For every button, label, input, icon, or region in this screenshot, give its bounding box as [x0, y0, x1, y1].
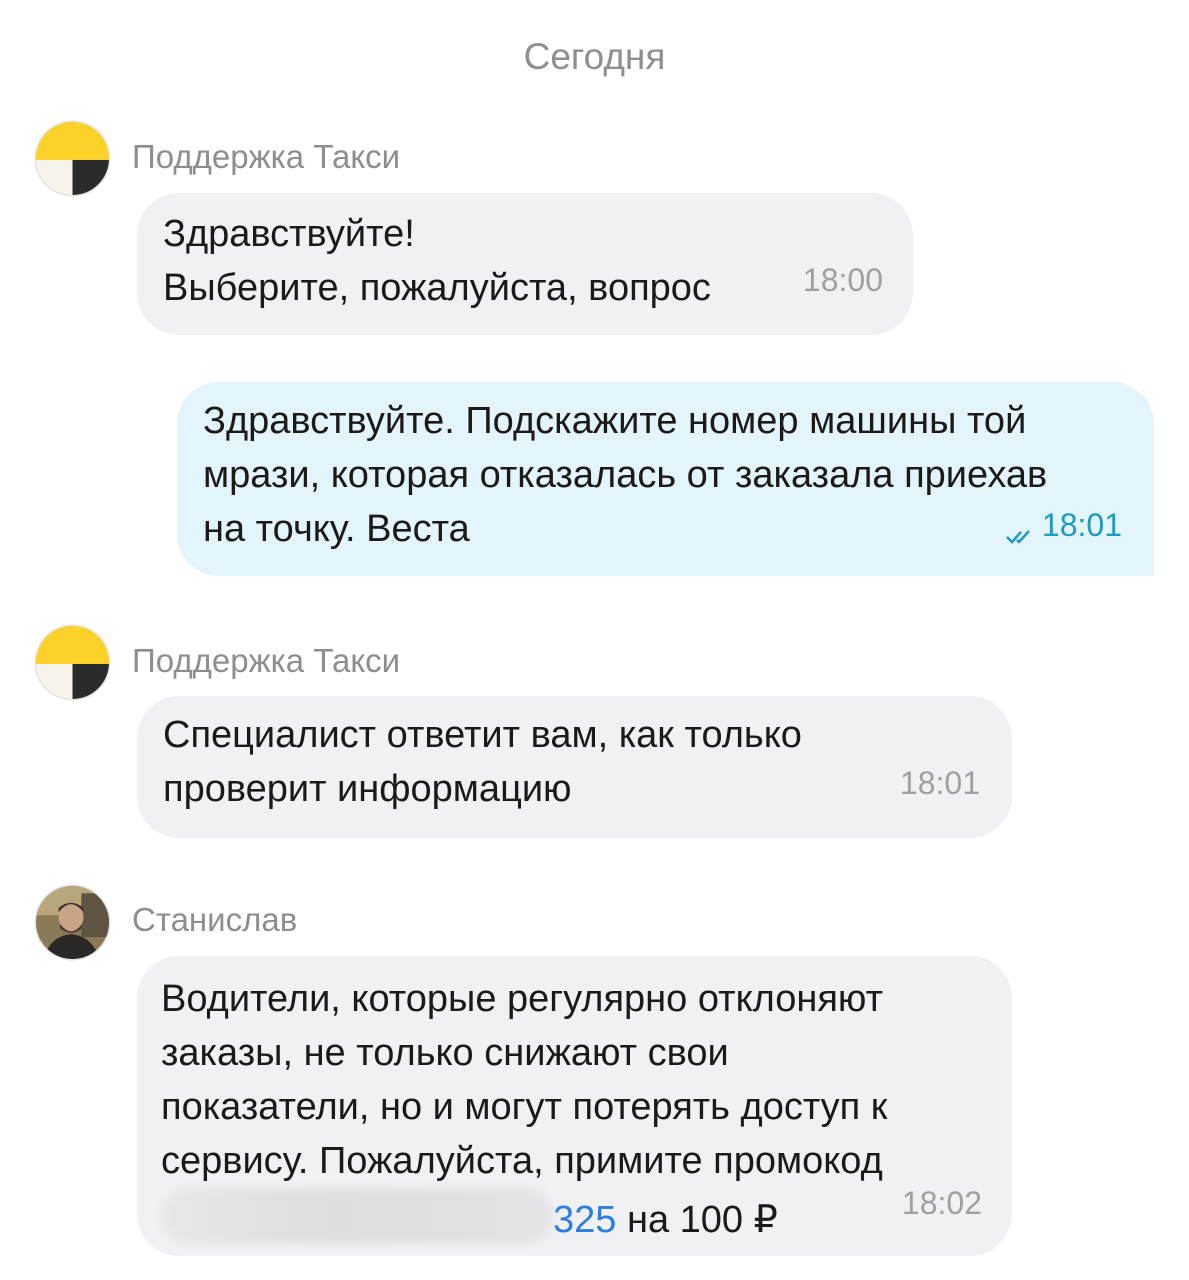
sender-name: Станислав — [132, 901, 298, 938]
user-photo-avatar[interactable] — [36, 886, 109, 959]
message-bubble-outgoing[interactable]: Здравствуйте. Подскажите номер машины то… — [177, 382, 1154, 576]
promo-line: 325 на 100 ₽ — [161, 1188, 988, 1247]
date-separator: Сегодня — [523, 36, 666, 77]
message-time: 18:02 — [901, 1185, 982, 1221]
message-text: Специалист ответит вам, как только прове… — [163, 714, 802, 810]
support-avatar-icon[interactable] — [36, 626, 109, 699]
message-text: Водители, которые регулярно отклоняют за… — [161, 978, 888, 1182]
message-bubble-incoming[interactable]: Специалист ответит вам, как только прове… — [137, 696, 1012, 838]
sender-name: Поддержка Такси — [132, 138, 401, 175]
sender-name: Поддержка Такси — [132, 642, 401, 679]
message-text: Здравствуйте. Подскажите номер машины то… — [203, 400, 1048, 550]
promo-code-link[interactable]: 325 — [553, 1199, 616, 1241]
promo-amount: на 100 ₽ — [616, 1199, 778, 1241]
message-time: 18:01 — [899, 765, 980, 801]
message-time: 18:01 — [1041, 507, 1122, 543]
blurred-promo-code — [161, 1188, 553, 1244]
message-bubble-incoming[interactable]: Здравствуйте! Выберите, пожалуйста, вопр… — [137, 193, 913, 335]
message-text: Здравствуйте! Выберите, пожалуйста, вопр… — [163, 213, 711, 309]
double-check-icon — [1006, 530, 1030, 544]
message-time: 18:00 — [802, 262, 883, 298]
message-bubble-incoming[interactable]: Водители, которые регулярно отклоняют за… — [137, 956, 1012, 1256]
support-avatar-icon[interactable] — [36, 122, 109, 195]
